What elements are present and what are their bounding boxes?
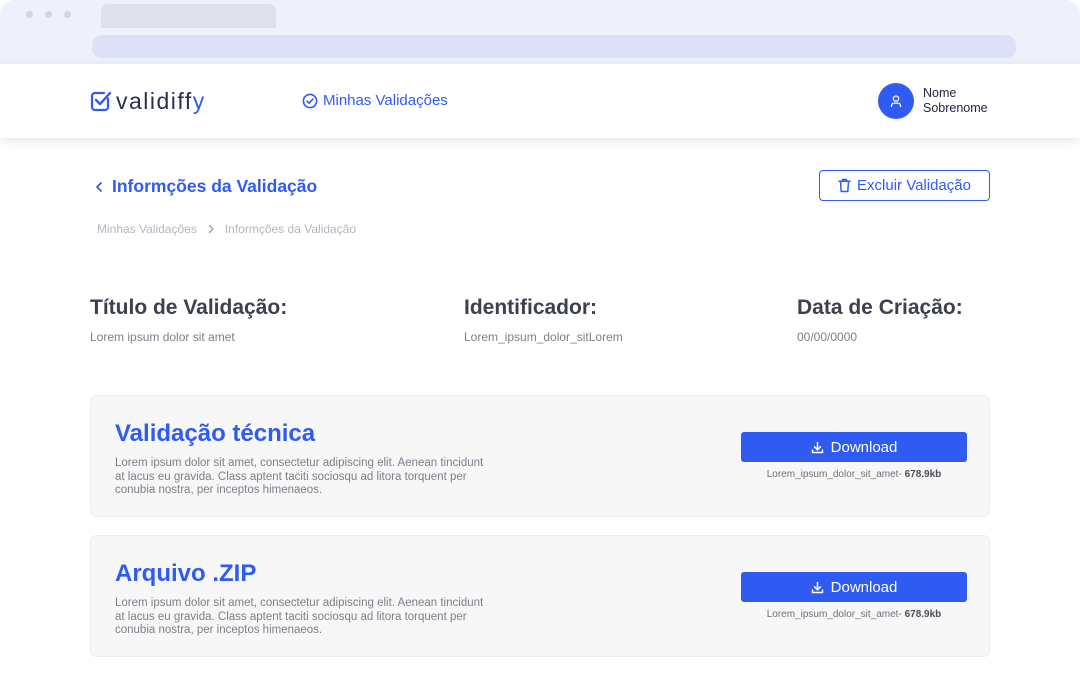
breadcrumb-item[interactable]: Minhas Validações — [97, 222, 197, 236]
trash-icon — [838, 178, 851, 193]
download-icon — [811, 581, 823, 593]
file-size: 678.9kb — [904, 469, 942, 480]
browser-chrome — [0, 0, 1080, 64]
window-controls — [26, 11, 71, 18]
delete-button-label: Excluir Validação — [857, 177, 971, 194]
card-description: Lorem ipsum dolor sit amet, consectetur … — [115, 597, 484, 636]
user-last-name: Sobrenome — [923, 101, 988, 115]
chevron-left-icon — [96, 181, 102, 192]
avatar[interactable] — [878, 83, 914, 119]
logo-text: validiffy — [116, 88, 206, 114]
logo-check-icon — [90, 91, 112, 112]
file-info: Lorem_ipsum_dolor_sit_amet- 678.9kb — [741, 609, 967, 620]
window-dot[interactable] — [26, 11, 33, 18]
card-title: Arquivo .ZIP — [115, 560, 257, 587]
card-description: Lorem ipsum dolor sit amet, consectetur … — [115, 457, 484, 496]
nav-minhas-validacoes[interactable]: Minhas Validações — [302, 92, 448, 109]
user-icon — [890, 95, 902, 108]
breadcrumb: Minhas Validações Informções da Validaçã… — [97, 222, 356, 236]
card-title: Validação técnica — [115, 420, 316, 447]
logo[interactable]: validiffy — [89, 88, 206, 114]
window-dot[interactable] — [45, 11, 52, 18]
info-date-value: 00/00/0000 — [797, 330, 858, 344]
file-name: Lorem_ipsum_dolor_sit_amet- — [766, 609, 902, 620]
download-button[interactable]: Download — [741, 572, 967, 602]
info-title-value: Lorem ipsum dolor sit amet — [90, 330, 235, 344]
file-info: Lorem_ipsum_dolor_sit_amet- 678.9kb — [741, 469, 967, 480]
info-identifier: Identificador: Lorem_ipsum_dolor_sitLore… — [464, 296, 623, 344]
info-title-label: Título de Validação: — [90, 296, 288, 319]
download-icon — [811, 441, 823, 453]
info-identifier-label: Identificador: — [464, 296, 598, 319]
browser-window: validiffy Minhas Validações Nome Sobreno… — [0, 0, 1080, 698]
download-button-label: Download — [830, 438, 898, 456]
breadcrumb-current: Informções da Validação — [224, 222, 357, 236]
info-date: Data de Criação: 00/00/0000 — [797, 296, 963, 344]
info-title: Título de Validação: Lorem ipsum dolor s… — [90, 296, 287, 344]
file-name: Lorem_ipsum_dolor_sit_amet- — [766, 469, 902, 480]
address-bar[interactable] — [92, 35, 1016, 58]
download-button-label: Download — [830, 578, 898, 596]
file-card: Validação técnica Lorem ipsum dolor sit … — [90, 395, 990, 517]
download-button[interactable]: Download — [741, 432, 967, 462]
browser-tab[interactable] — [101, 4, 276, 28]
chevron-right-icon — [208, 224, 214, 234]
back-button[interactable]: Informções da Validação — [94, 176, 317, 197]
user-name: Nome Sobrenome — [923, 86, 988, 116]
delete-validation-button[interactable]: Excluir Validação — [819, 170, 990, 201]
window-dot[interactable] — [64, 11, 71, 18]
info-identifier-value: Lorem_ipsum_dolor_sitLorem — [464, 330, 623, 344]
user-menu[interactable]: Nome Sobrenome — [878, 83, 988, 119]
file-size: 678.9kb — [904, 609, 942, 620]
check-circle-icon — [302, 93, 318, 108]
user-first-name: Nome — [923, 86, 957, 100]
app-header: validiffy Minhas Validações Nome Sobreno… — [0, 64, 1080, 138]
page-title: Informções da Validação — [112, 176, 318, 196]
info-date-label: Data de Criação: — [797, 296, 963, 319]
nav-link-label: Minhas Validações — [323, 92, 448, 109]
file-card: Arquivo .ZIP Lorem ipsum dolor sit amet,… — [90, 535, 990, 657]
